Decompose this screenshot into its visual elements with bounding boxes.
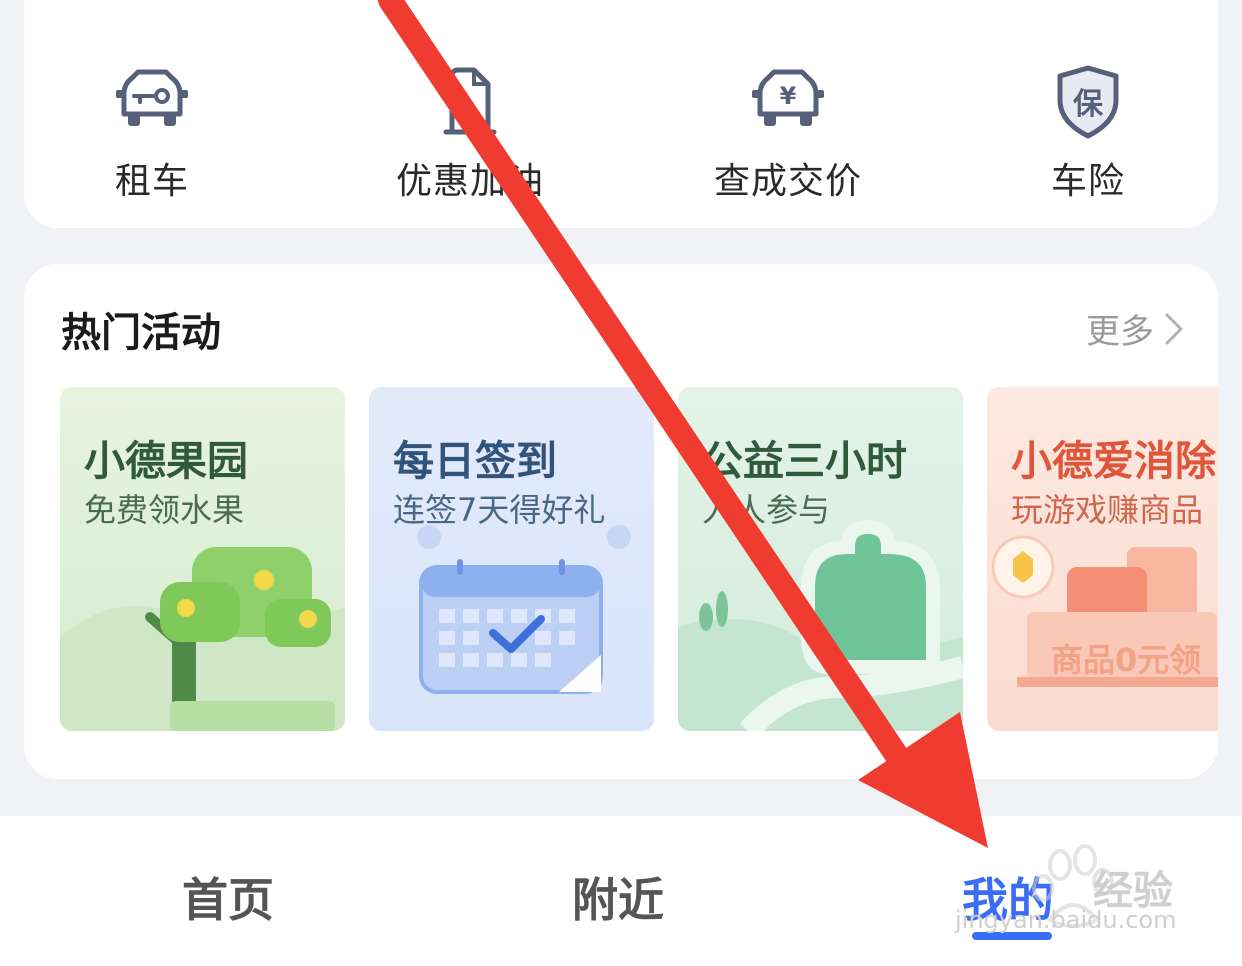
tab-home[interactable]: 首页 (182, 864, 274, 930)
tile-subtitle: 人人参与 (702, 491, 831, 529)
watermark-url: jingyan.baidu.com (955, 906, 1177, 934)
hot-activities-card: 热门活动 更多 小德果园 免费领水果 每日签到 连签7天得好礼 公益三小时 人人… (24, 264, 1218, 779)
service-label: 优惠加油 (395, 161, 544, 202)
more-link[interactable]: 更多 (1086, 304, 1184, 353)
activity-tile-game[interactable]: 小德爱消除 玩游戏赚商品 商品0元领 (987, 387, 1218, 731)
tile-title: 小德果园 (84, 437, 248, 485)
activity-tile-checkin[interactable]: 每日签到 连签7天得好礼 (369, 387, 654, 731)
chevron-right-icon (1165, 313, 1183, 344)
service-label: 车险 (1050, 161, 1125, 202)
section-title: 热门活动 (61, 310, 221, 356)
insurance-shield-icon: 保 (1057, 65, 1119, 139)
svg-text:¥: ¥ (780, 82, 797, 110)
fuel-coupon-icon (443, 67, 497, 135)
tile-subtitle: 免费领水果 (84, 491, 245, 529)
more-label: 更多 (1086, 312, 1154, 352)
activity-tile-orchard[interactable]: 小德果园 免费领水果 (60, 387, 345, 731)
tile-title: 每日签到 (393, 437, 557, 485)
services-card: 租车 优惠加油 ¥ 查成交价 保 车险 (24, 0, 1218, 228)
tile-badge: 商品0元领 (1051, 641, 1202, 679)
tile-subtitle: 连签7天得好礼 (393, 491, 606, 529)
svg-text:保: 保 (1073, 87, 1104, 122)
service-label: 租车 (114, 161, 189, 202)
tile-title: 小德爱消除 (1011, 437, 1216, 485)
service-insurance[interactable]: 保 车险 (978, 62, 1198, 204)
car-price-icon: ¥ (752, 69, 824, 126)
service-fuel[interactable]: 优惠加油 (360, 62, 580, 204)
tile-title: 公益三小时 (702, 437, 907, 485)
activity-tile-charity[interactable]: 公益三小时 人人参与 (678, 387, 963, 731)
tile-subtitle: 玩游戏赚商品 (1011, 491, 1204, 529)
service-label: 查成交价 (713, 161, 862, 202)
car-key-icon (116, 69, 188, 126)
service-car-price[interactable]: ¥ 查成交价 (678, 62, 898, 204)
tab-nearby[interactable]: 附近 (572, 864, 664, 930)
service-rent-car[interactable]: 租车 (42, 62, 262, 204)
